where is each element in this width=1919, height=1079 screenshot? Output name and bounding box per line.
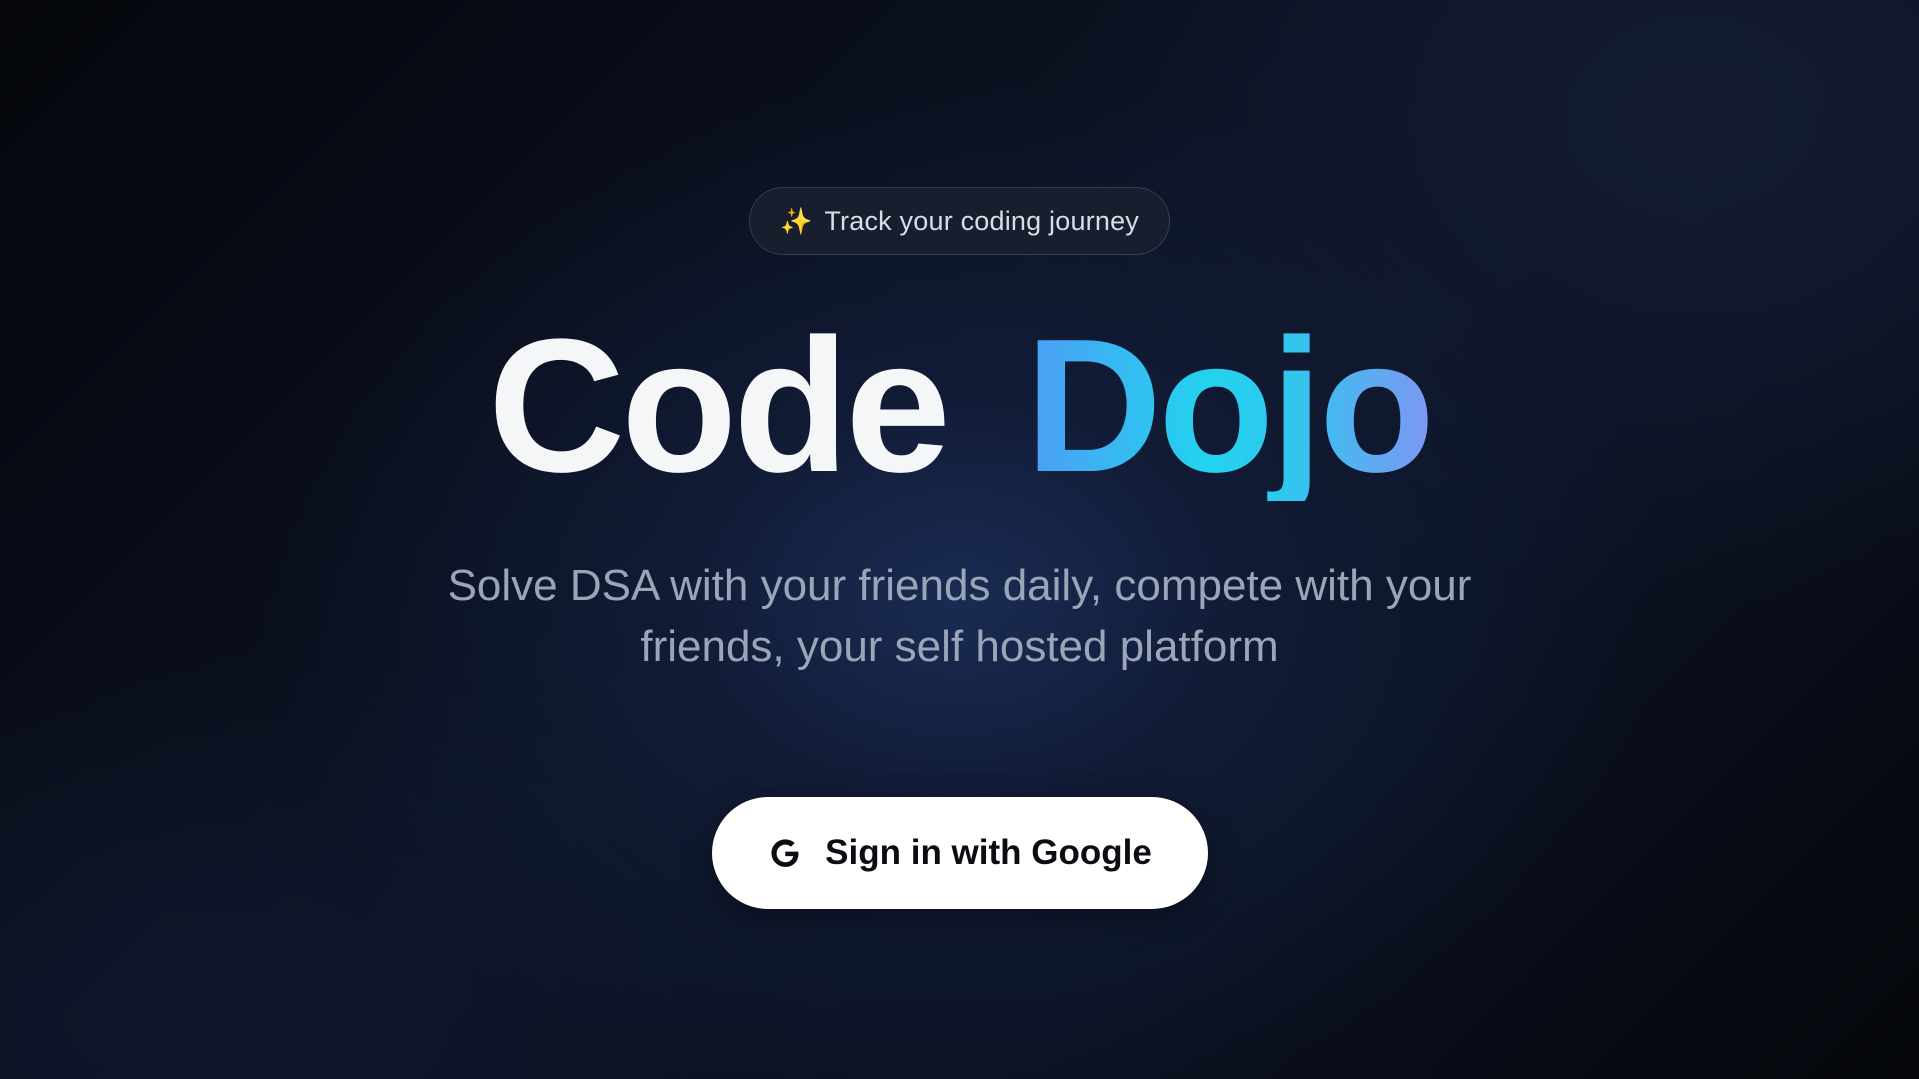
tagline-text: Track your coding journey xyxy=(824,205,1140,236)
page-title: Code Dojo xyxy=(487,300,1435,512)
title-dojo: Dojo xyxy=(1024,300,1435,512)
google-icon xyxy=(767,835,803,871)
sign-in-label: Sign in with Google xyxy=(825,833,1152,872)
sign-in-with-google-button[interactable]: Sign in with Google xyxy=(711,797,1208,909)
sparkles-icon: ✨ xyxy=(779,206,813,236)
hero-subtitle: Solve DSA with your friends daily, compe… xyxy=(447,561,1472,671)
tagline-badge: ✨ Track your coding journey xyxy=(748,187,1171,255)
title-code: Code xyxy=(487,300,951,512)
hero-section: ✨ Track your coding journey Code Dojo So… xyxy=(0,0,1919,1079)
